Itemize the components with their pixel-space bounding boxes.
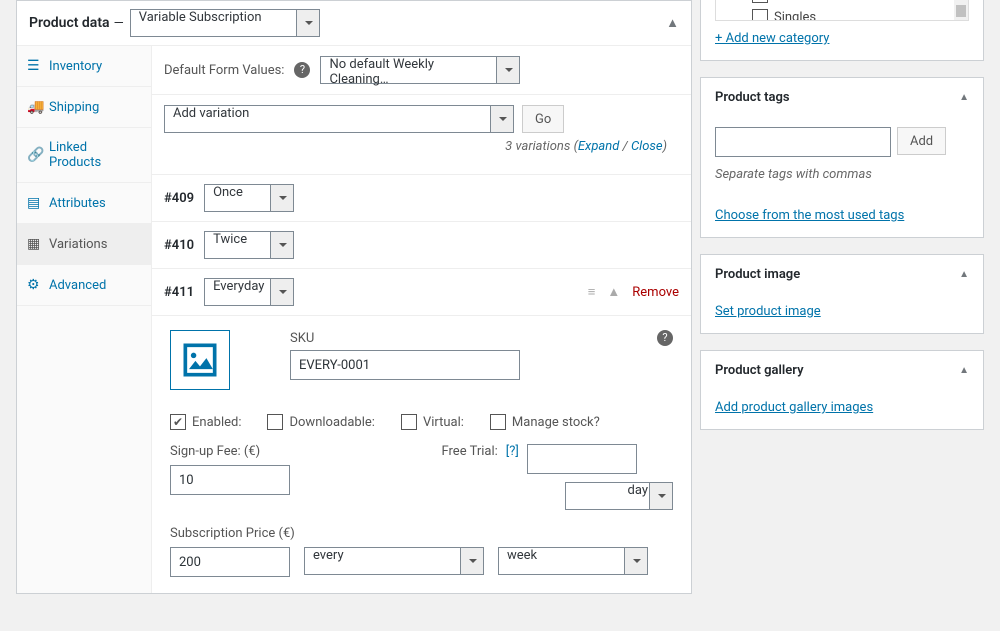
product-image-header: Product image ▲ — [701, 255, 983, 294]
tags-description: Separate tags with commas — [715, 167, 969, 182]
sku-input[interactable] — [290, 350, 520, 380]
category-checkbox[interactable] — [752, 9, 768, 21]
variation-detail: SKU ? Enabled: Downloadable: Virtual: Ma… — [152, 316, 691, 593]
subscription-price-label: Subscription Price (€) — [170, 526, 673, 541]
gear-icon: ⚙ — [27, 277, 41, 293]
set-product-image-link[interactable]: Set product image — [715, 304, 821, 319]
tab-linked-products[interactable]: 🔗Linked Products — [17, 128, 151, 183]
link-icon: 🔗 — [27, 147, 41, 163]
category-checkbox[interactable] — [752, 0, 768, 3]
virtual-checkbox[interactable] — [401, 414, 417, 430]
variation-id: #411 — [164, 285, 194, 300]
trial-unit-select[interactable]: day — [565, 482, 673, 510]
tab-attributes[interactable]: ▤Attributes — [17, 183, 151, 224]
manage-stock-label: Manage stock? — [512, 415, 600, 430]
variation-attribute-select[interactable]: Once — [204, 184, 294, 212]
tag-input[interactable] — [715, 127, 891, 157]
subscription-interval-select[interactable]: every — [304, 547, 484, 575]
downloadable-checkbox[interactable] — [267, 414, 283, 430]
help-icon[interactable]: ? — [657, 330, 673, 346]
tab-variations[interactable]: ▦Variations — [17, 224, 151, 265]
add-gallery-images-link[interactable]: Add product gallery images — [715, 400, 873, 415]
free-trial-input[interactable] — [527, 444, 637, 474]
collapse-variation-icon[interactable]: ▲ — [607, 284, 620, 300]
product-tags-header: Product tags ▲ — [701, 78, 983, 117]
variation-row[interactable]: #410 Twice — [152, 222, 691, 269]
subscription-price-input[interactable] — [170, 547, 290, 577]
virtual-label: Virtual: — [423, 415, 464, 430]
variation-attribute-select[interactable]: Twice — [204, 231, 294, 259]
add-variation-select[interactable]: Add variation — [164, 105, 514, 133]
inventory-icon: ☰ — [27, 58, 41, 74]
signup-fee-label: Sign-up Fee: (€) — [170, 444, 402, 459]
free-trial-label: Free Trial: — [442, 444, 498, 459]
free-trial-help-link[interactable]: [?] — [506, 444, 519, 459]
collapse-icon[interactable]: ▲ — [959, 92, 969, 103]
most-used-tags-link[interactable]: Choose from the most used tags — [715, 208, 904, 223]
variation-id: #409 — [164, 191, 194, 206]
shipping-icon: 🚚 — [27, 99, 41, 115]
tab-shipping[interactable]: 🚚Shipping — [17, 87, 151, 128]
variations-icon: ▦ — [27, 236, 41, 252]
signup-fee-input[interactable] — [170, 465, 290, 495]
variation-image-placeholder[interactable] — [170, 330, 230, 390]
tab-inventory[interactable]: ☰Inventory — [17, 46, 151, 87]
attributes-icon: ▤ — [27, 195, 41, 211]
product-data-tabs: ☰Inventory 🚚Shipping 🔗Linked Products ▤A… — [17, 46, 152, 593]
add-new-category-link[interactable]: + Add new category — [715, 31, 829, 46]
variation-count: 3 variations (Expand / Close) — [164, 137, 679, 164]
variation-row: #411 Everyday ≡ ▲ Remove — [152, 269, 691, 316]
close-link[interactable]: Close — [631, 139, 663, 154]
downloadable-label: Downloadable: — [289, 415, 374, 430]
default-values-label: Default Form Values: — [164, 63, 284, 78]
product-type-select[interactable]: Variable Subscription — [130, 9, 320, 37]
collapse-icon[interactable]: ▲ — [666, 15, 679, 31]
product-gallery-header: Product gallery ▲ — [701, 351, 983, 390]
product-data-header: Product data — Variable Subscription ▲ — [17, 1, 691, 46]
panel-title: Product data — [29, 15, 110, 31]
drag-handle-icon[interactable]: ≡ — [588, 284, 596, 300]
sku-label: SKU — [290, 331, 314, 346]
default-values-select[interactable]: No default Weekly Cleaning… — [320, 56, 520, 84]
variation-id: #410 — [164, 238, 194, 253]
scrollbar[interactable] — [954, 0, 968, 20]
subscription-period-select[interactable]: week — [498, 547, 648, 575]
category-label: Singles — [774, 10, 816, 22]
variation-row[interactable]: #409 Once — [152, 175, 691, 222]
add-tag-button[interactable]: Add — [897, 127, 946, 155]
collapse-icon[interactable]: ▲ — [959, 365, 969, 376]
image-icon — [178, 338, 222, 382]
category-checklist[interactable]: Albums Singles Posters — [715, 0, 969, 21]
manage-stock-checkbox[interactable] — [490, 414, 506, 430]
enabled-checkbox[interactable] — [170, 414, 186, 430]
remove-variation-link[interactable]: Remove — [632, 285, 679, 300]
collapse-icon[interactable]: ▲ — [959, 269, 969, 280]
expand-link[interactable]: Expand — [578, 139, 619, 154]
go-button[interactable]: Go — [522, 105, 564, 133]
variation-attribute-select[interactable]: Everyday — [204, 278, 294, 306]
help-icon[interactable]: ? — [294, 62, 310, 78]
tab-advanced[interactable]: ⚙Advanced — [17, 265, 151, 306]
enabled-label: Enabled: — [192, 415, 241, 430]
